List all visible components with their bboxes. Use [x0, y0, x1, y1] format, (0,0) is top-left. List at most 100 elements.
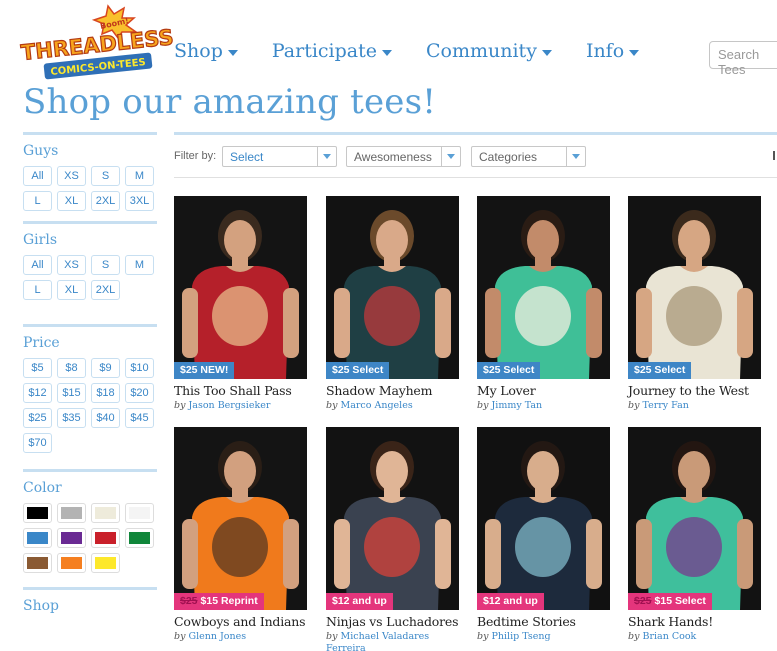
color-swatch[interactable] — [91, 503, 120, 523]
divider — [23, 587, 157, 590]
color-swatch-fill — [61, 507, 82, 519]
price-chip[interactable]: $15 — [57, 383, 86, 403]
select-filter[interactable]: Select — [222, 146, 337, 167]
product-photo[interactable]: $25 $15 Reprint — [174, 427, 307, 610]
price-tag: $12 and up — [326, 593, 393, 610]
select-filter-value: Select — [230, 150, 264, 164]
artist-link[interactable]: Brian Cook — [642, 631, 696, 642]
girls-size-chip[interactable]: 2XL — [91, 280, 120, 300]
price-chip[interactable]: $18 — [91, 383, 120, 403]
guys-size-chip[interactable]: 3XL — [125, 191, 154, 211]
guys-size-chip[interactable]: XL — [57, 191, 86, 211]
girls-size-chip[interactable]: L — [23, 280, 52, 300]
nav-shop[interactable]: Shop — [174, 40, 238, 62]
price-tag: $25 Select — [628, 362, 692, 379]
color-swatch[interactable] — [23, 503, 52, 523]
price-label: $25 Select — [483, 364, 535, 376]
chevron-down-icon — [317, 147, 336, 166]
threadless-logo[interactable]: Boom! THREADLESS COMICS-ON-TEES — [18, 4, 176, 80]
color-swatch-fill — [95, 557, 116, 569]
product-name[interactable]: Cowboys and Indians — [174, 614, 307, 629]
product-name[interactable]: Shadow Mayhem — [326, 383, 459, 398]
product-artist-line: by Jason Bergsieker — [174, 400, 307, 412]
girls-size-chip[interactable]: XL — [57, 280, 86, 300]
by-label: by — [326, 631, 338, 642]
artist-link[interactable]: Terry Fan — [642, 400, 688, 411]
nav-participate[interactable]: Participate — [272, 40, 392, 62]
nav-info[interactable]: Info — [586, 40, 640, 62]
guys-size-chip[interactable]: S — [91, 166, 120, 186]
product-photo[interactable]: $25 Select — [628, 196, 761, 379]
color-swatch[interactable] — [125, 528, 154, 548]
guys-size-chip[interactable]: All — [23, 166, 52, 186]
artist-link[interactable]: Glenn Jones — [188, 631, 246, 642]
by-label: by — [174, 400, 186, 411]
product-photo[interactable]: $12 and up — [326, 427, 459, 610]
price-chip[interactable]: $8 — [57, 358, 86, 378]
product-name[interactable]: Journey to the West — [628, 383, 761, 398]
price-chip[interactable]: $25 — [23, 408, 52, 428]
girls-size-chip[interactable]: S — [91, 255, 120, 275]
price-chip[interactable]: $12 — [23, 383, 52, 403]
divider — [23, 324, 157, 327]
nav-community[interactable]: Community — [426, 40, 552, 62]
product-artist-line: by Glenn Jones — [174, 631, 307, 643]
artist-link[interactable]: Philip Tseng — [491, 631, 550, 642]
price-chip[interactable]: $35 — [57, 408, 86, 428]
artist-link[interactable]: Jimmy Tan — [491, 400, 542, 411]
guys-size-chip[interactable]: M — [125, 166, 154, 186]
product-photo[interactable]: $12 and up — [477, 427, 610, 610]
product-photo[interactable]: $25 Select — [326, 196, 459, 379]
product-name[interactable]: Ninjas vs Luchadores — [326, 614, 459, 629]
chevron-down-icon — [541, 49, 552, 56]
product-photo[interactable]: $25 $15 Select — [628, 427, 761, 610]
price-chip[interactable]: $9 — [91, 358, 120, 378]
cut-off-control — [773, 151, 775, 160]
color-swatch[interactable] — [23, 553, 52, 573]
guys-size-chip[interactable]: L — [23, 191, 52, 211]
search-input[interactable]: Search Tees — [709, 41, 777, 77]
sort-awesomeness-select[interactable]: Awesomeness — [346, 146, 461, 167]
price-chip[interactable]: $45 — [125, 408, 154, 428]
girls-size-chip[interactable]: All — [23, 255, 52, 275]
product-artist-line: by Terry Fan — [628, 400, 761, 412]
color-swatch[interactable] — [91, 528, 120, 548]
color-swatch[interactable] — [91, 553, 120, 573]
girls-size-chip[interactable]: M — [125, 255, 154, 275]
product-name[interactable]: Bedtime Stories — [477, 614, 610, 629]
price-chip[interactable]: $70 — [23, 433, 52, 453]
product-name[interactable]: Shark Hands! — [628, 614, 761, 629]
price-tag: $25 $15 Select — [628, 593, 712, 610]
product-photo[interactable]: $25 Select — [477, 196, 610, 379]
sort-select-value: Awesomeness — [354, 150, 432, 164]
product-name[interactable]: My Lover — [477, 383, 610, 398]
girls-size-chip[interactable]: XS — [57, 255, 86, 275]
product-card: $25 $15 Reprint Cowboys and Indians by Glen… — [174, 427, 307, 643]
price-chip[interactable]: $20 — [125, 383, 154, 403]
divider — [174, 177, 777, 178]
color-swatch[interactable] — [23, 528, 52, 548]
color-swatch[interactable] — [125, 503, 154, 523]
categories-select[interactable]: Categories — [471, 146, 586, 167]
price-label: $15 Reprint — [200, 595, 258, 607]
color-swatch[interactable] — [57, 528, 86, 548]
guys-size-chip[interactable]: XS — [57, 166, 86, 186]
girls-size-options: All XS S M L XL 2XL — [23, 255, 157, 300]
shop-heading: Shop — [23, 598, 59, 614]
price-chip[interactable]: $5 — [23, 358, 52, 378]
price-label: $25 Select — [332, 364, 384, 376]
artist-link[interactable]: Michael Valadares Ferreira — [326, 631, 429, 651]
product-name[interactable]: This Too Shall Pass — [174, 383, 307, 398]
color-swatch[interactable] — [57, 503, 86, 523]
artist-link[interactable]: Marco Angeles — [340, 400, 412, 411]
color-swatch-fill — [27, 532, 48, 544]
color-swatch[interactable] — [57, 553, 86, 573]
nav-community-label: Community — [426, 40, 537, 62]
artist-link[interactable]: Jason Bergsieker — [188, 400, 270, 411]
product-photo[interactable]: $25 NEW! — [174, 196, 307, 379]
price-tag: $25 $15 Reprint — [174, 593, 264, 610]
price-chip[interactable]: $40 — [91, 408, 120, 428]
price-tag: $12 and up — [477, 593, 544, 610]
price-chip[interactable]: $10 — [125, 358, 154, 378]
guys-size-chip[interactable]: 2XL — [91, 191, 120, 211]
